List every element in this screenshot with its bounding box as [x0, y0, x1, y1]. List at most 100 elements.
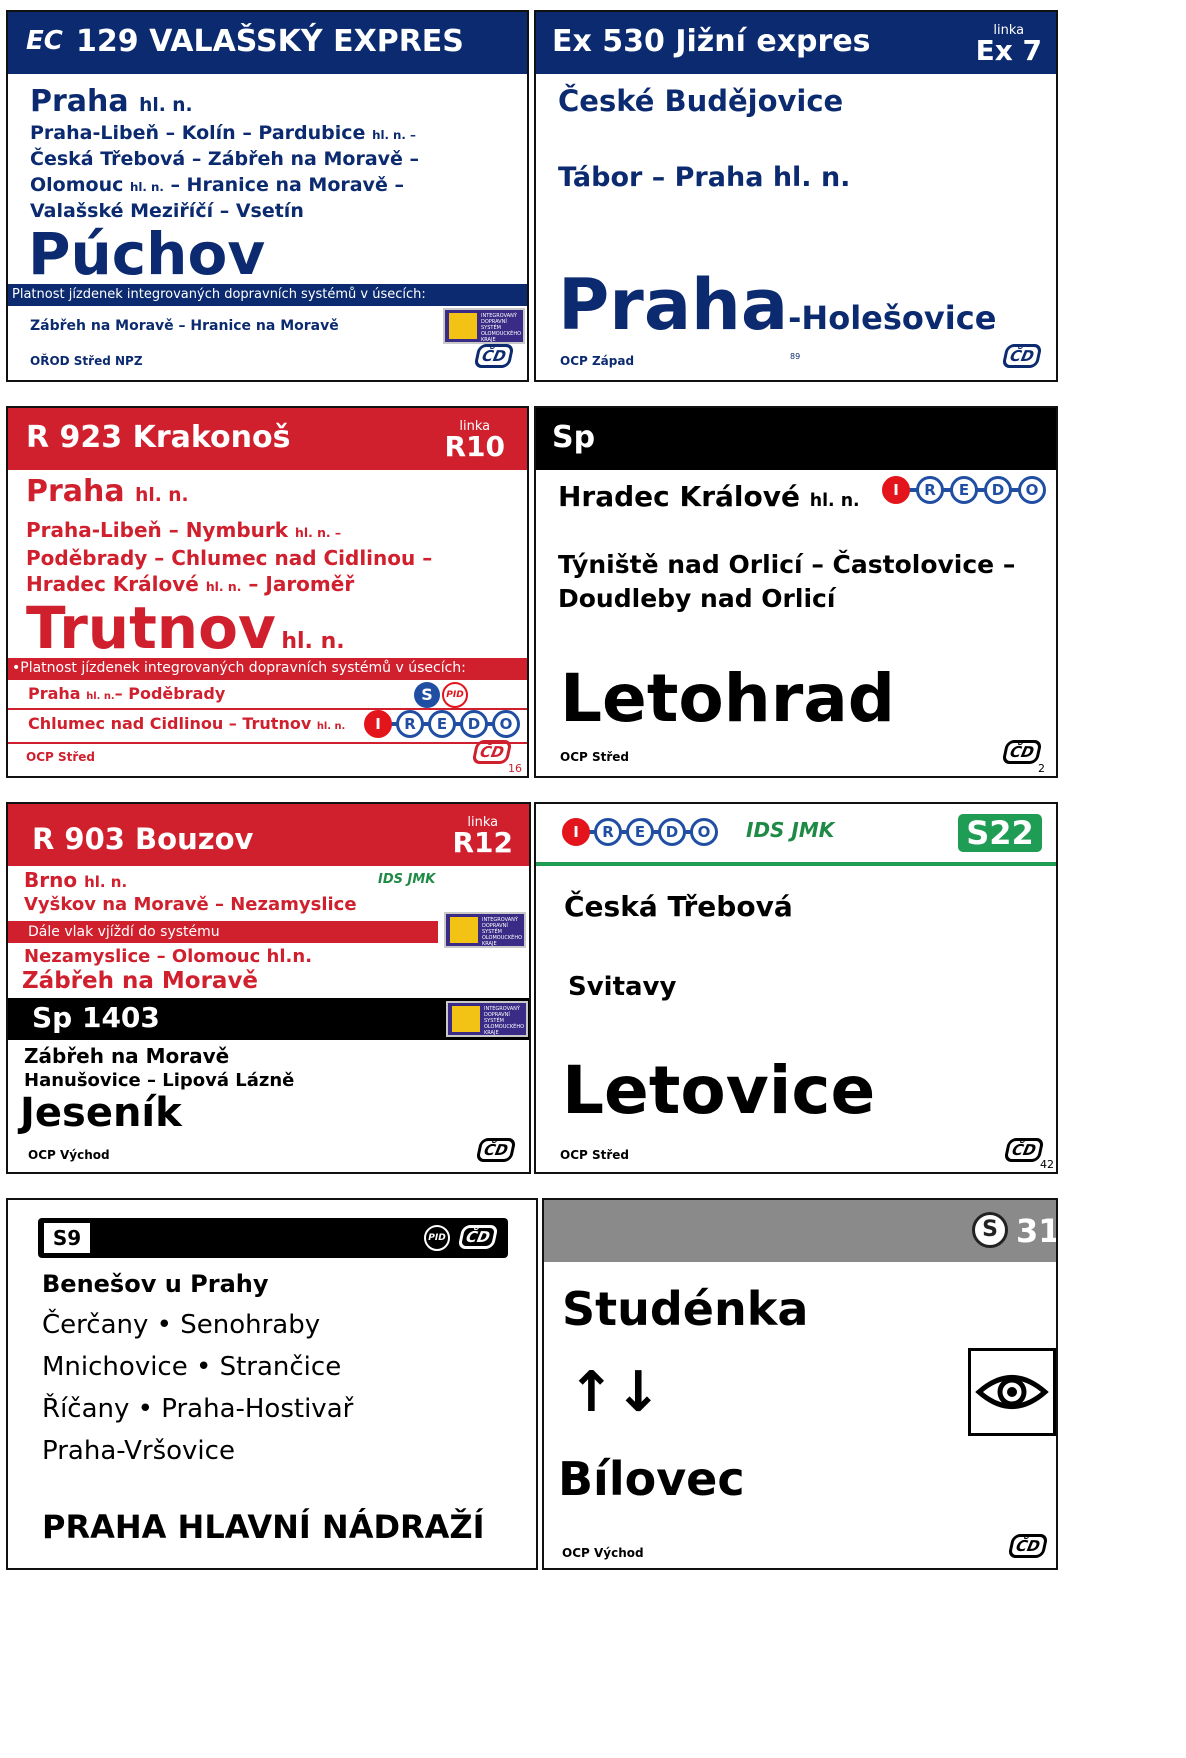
origin-2: Zábřeh na Moravě [24, 1044, 230, 1068]
bidirectional-arrows-icon: ↑↓ [568, 1360, 662, 1425]
origin-name: Hradec Králové [558, 480, 800, 513]
via-line-3: Olomouc hl. n. – Hranice na Moravě – [30, 174, 404, 196]
footer-office: OCP Střed [560, 1148, 630, 1162]
s-line-icon: S [414, 682, 440, 708]
header-bar: R 903 Bouzov linka R12 [8, 804, 529, 866]
train-title: 129 VALAŠSKÝ EXPRES [76, 24, 464, 59]
board-r-903: R 903 Bouzov linka R12 Brno hl. n. IDS J… [6, 802, 531, 1174]
section-suffix: hl. n. [86, 691, 115, 702]
train2-title: Sp 1403 [32, 1001, 160, 1034]
origin: Česká Třebová [564, 890, 793, 923]
via-suffix: hl. n. [129, 180, 164, 194]
origin-suffix: hl. n. [809, 491, 860, 511]
via-line-2: Česká Třebová – Zábřeh na Moravě – [30, 148, 420, 170]
via-line: Tábor – Praha hl. n. [558, 162, 851, 193]
header-bar: S 31 [544, 1200, 1056, 1262]
origin: Praha hl. n. [30, 84, 193, 119]
line-label: S9 [44, 1223, 90, 1253]
cd-logo-icon: ČD [1001, 344, 1043, 368]
origin-suffix: hl. n. [139, 95, 193, 116]
footer-office: OCP Střed [26, 750, 96, 764]
via-suffix: hl. n. [205, 579, 242, 594]
iredo-letter: I [562, 818, 590, 846]
iredo-letter: R [916, 476, 944, 504]
ids-olomouc-logo: INTEGROVANÝ DOPRAVNÍ SYSTÉM OLOMOUCKÉHO … [444, 912, 526, 948]
destination: Trutnov hl. n. [26, 594, 345, 662]
train-type-logo: EC [26, 26, 63, 56]
via-line-1: Čerčany • Senohraby [42, 1310, 321, 1340]
line-badge: S22 [958, 814, 1042, 852]
iredo-letter: R [594, 818, 622, 846]
section-text-rest: – Poděbrady [114, 684, 226, 703]
via-suffix: hl. n. – [295, 525, 342, 540]
ids-entry-band: Dále vlak vjíždí do systému [8, 921, 438, 943]
train-title: R 903 Bouzov [32, 822, 254, 856]
destination: Letovice [562, 1052, 876, 1129]
destination-1: Zábřeh na Moravě [22, 968, 259, 994]
via-line-1: Praha-Libeň – Nymburk hl. n. – [26, 518, 341, 542]
origin: České Budějovice [558, 84, 844, 118]
footer-office: OCP Východ [562, 1546, 644, 1560]
cd-logo-icon: ČD [1007, 1534, 1049, 1558]
destination: Púchov [28, 220, 266, 288]
iredo-letter: E [428, 710, 456, 738]
linka-badge: linka R12 [452, 816, 513, 857]
page-number: 89 [790, 352, 801, 361]
origin-name: Praha [30, 84, 129, 119]
cd-logo-icon: ČD [1003, 1138, 1045, 1162]
ids-section-1: Praha hl. n.– Poděbrady [28, 684, 225, 703]
via-text: Olomouc [30, 174, 124, 196]
eye-icon-graphic [975, 1375, 1049, 1409]
iredo-logo: I R E D O [882, 476, 1052, 506]
iredo-letter: E [626, 818, 654, 846]
header-bar: R 923 Krakonoš linka R10 [8, 408, 527, 470]
via-line-2: Nezamyslice – Olomouc hl.n. [24, 946, 313, 967]
board-ex-530: Ex 530 Jižní expres linka Ex 7 České Bud… [534, 10, 1058, 382]
linka-badge: linka R10 [444, 420, 505, 461]
origin: Brno hl. n. [24, 868, 127, 892]
via-line-2: Mnichovice • Strančice [42, 1352, 342, 1382]
via-line-4: Valašské Meziříčí – Vsetín [30, 200, 304, 222]
pid-logo-icon: PID [442, 682, 468, 708]
train-title: R 923 Krakonoš [26, 420, 291, 455]
ids-yellow-mark [449, 313, 477, 339]
via-line-3: Říčany • Praha-Hostivař [42, 1394, 354, 1424]
board-ec-129: EC 129 VALAŠSKÝ EXPRES Praha hl. n. Prah… [6, 10, 529, 382]
via-text-rest: – Hranice na Moravě – [170, 174, 404, 196]
via-line-1: Vyškov na Moravě – Nezamyslice [24, 894, 357, 915]
iredo-letter: I [364, 710, 392, 738]
iredo-letter: R [396, 710, 424, 738]
iredo-letter: O [1018, 476, 1046, 504]
ids-olomouc-logo: INTEGROVANÝ DOPRAVNÍ SYSTÉM OLOMOUCKÉHO … [443, 308, 525, 344]
header-bar: Ex 530 Jižní expres linka Ex 7 [536, 12, 1056, 74]
page-number: 42 [1040, 1158, 1054, 1171]
origin: Studénka [562, 1282, 809, 1336]
via-line-4: Praha-Vršovice [42, 1436, 235, 1466]
ids-section-2: Chlumec nad Cidlinou – Trutnov hl. n. [28, 714, 345, 733]
ids-logo-text: INTEGROVANÝ DOPRAVNÍ SYSTÉM OLOMOUCKÉHO … [482, 917, 523, 947]
iredo-logo: I R E D O [364, 710, 524, 740]
origin: Benešov u Prahy [42, 1270, 269, 1298]
train-title: Sp [552, 420, 596, 455]
via-line-2: Doudleby nad Orlicí [558, 584, 836, 613]
pid-logo-icon: PID [424, 1225, 450, 1251]
destination-2: Jeseník [20, 1090, 182, 1136]
origin-suffix: hl. n. [135, 485, 189, 506]
destination-name: Trutnov [26, 594, 276, 662]
via-text: Praha-Libeň – Kolín – Pardubice [30, 122, 366, 144]
ids-yellow-mark [452, 1006, 480, 1032]
footer-office: OCP Východ [28, 1148, 110, 1162]
origin-name: Brno [24, 868, 78, 892]
line-number: 31 [1016, 1212, 1058, 1250]
via-line: Svitavy [568, 972, 677, 1002]
board-r-923: R 923 Krakonoš linka R10 Praha hl. n. Pr… [6, 406, 529, 778]
via-line-3: Hradec Králové hl. n. – Jaroměř [26, 572, 354, 596]
via-line-3: Hanušovice – Lipová Lázně [24, 1070, 295, 1091]
board-s9: S9 PID ČD Benešov u Prahy Čerčany • Seno… [6, 1198, 538, 1570]
destination: Praha-Holešovice [558, 264, 996, 346]
destination: Bílovec [558, 1452, 745, 1506]
s-line-icon: S [972, 1212, 1008, 1248]
iredo-letter: O [690, 818, 718, 846]
iredo-letter: O [492, 710, 520, 738]
ids-jmk-logo: IDS JMK [746, 818, 835, 842]
